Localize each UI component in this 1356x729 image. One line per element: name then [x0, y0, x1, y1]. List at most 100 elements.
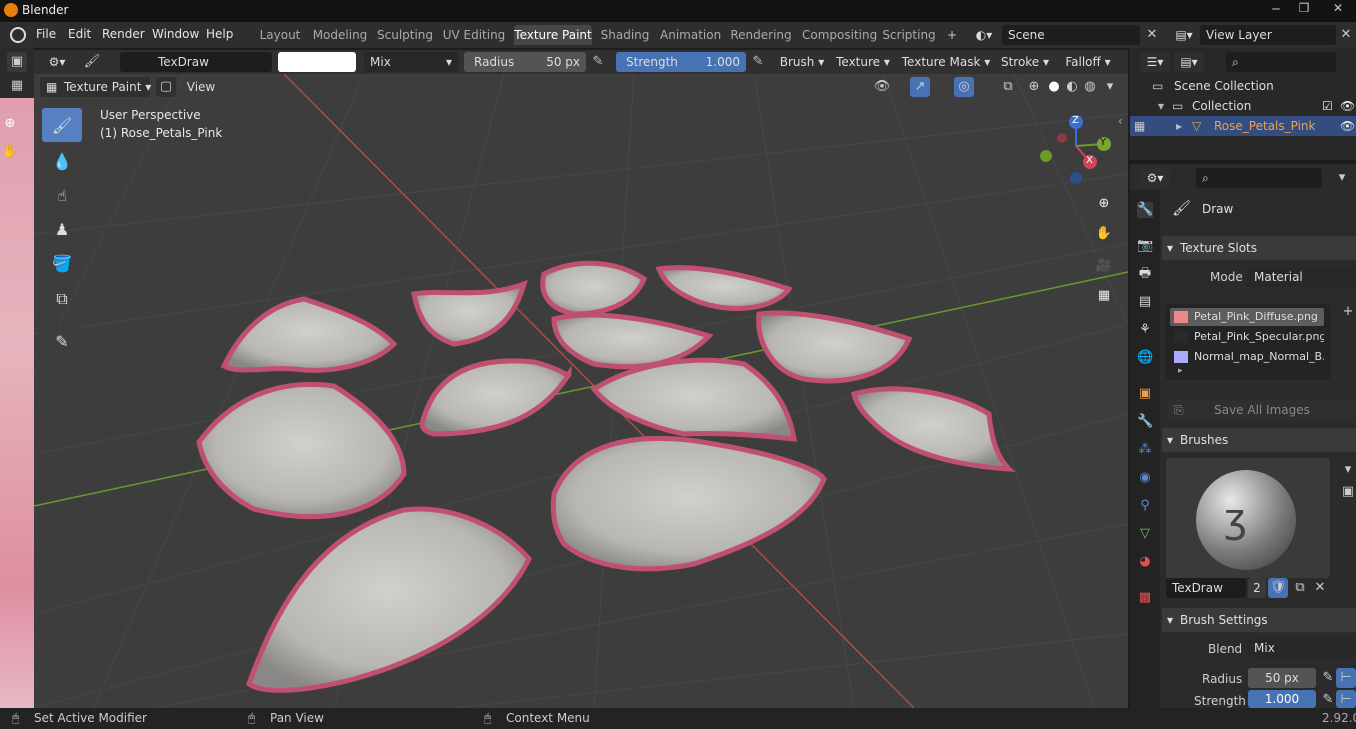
add-slot-icon[interactable]: + [1338, 302, 1356, 322]
zoom-icon[interactable]: ⊕ [1094, 194, 1114, 214]
slot-mode-dropdown[interactable]: Material [1246, 267, 1356, 287]
outliner-scene-collection[interactable]: ▭ Scene Collection [1130, 76, 1356, 96]
object-tab-icon[interactable]: ▣ [1137, 386, 1153, 402]
brush-preview[interactable]: ʒ [1166, 458, 1330, 578]
tool-mode-icon[interactable]: ⚙▾ [42, 52, 72, 72]
fill-tool-icon[interactable]: 🪣 [42, 246, 82, 280]
render-tab-icon[interactable]: 📷 [1137, 238, 1153, 254]
texture-tab-icon[interactable]: ▩ [1137, 590, 1153, 606]
texture-dropdown[interactable]: Texture ▾ [832, 52, 894, 72]
brushes-panel-header[interactable]: ▾ Brushes [1162, 428, 1356, 452]
texture-mask-dropdown[interactable]: Texture Mask ▾ [900, 52, 992, 72]
wireframe-shading-icon[interactable]: ⊕ [1024, 77, 1044, 97]
solid-shading-icon[interactable]: ● [1044, 77, 1064, 97]
soften-tool-icon[interactable]: 💧 [42, 144, 82, 178]
add-icon[interactable]: ⊕ [0, 114, 20, 134]
camera-icon[interactable]: 🎥 [1094, 256, 1114, 276]
overlays-toggle-icon[interactable]: ◎ [954, 77, 974, 97]
strength-pressure-icon[interactable]: ✎ [1318, 690, 1338, 708]
add-workspace-icon[interactable]: + [942, 25, 962, 45]
scene-name-field[interactable]: Scene [1002, 25, 1140, 45]
brush-settings-panel-header[interactable]: ▾ Brush Settings [1162, 608, 1356, 632]
tab-modeling[interactable]: Modeling [312, 25, 368, 45]
pressure-icon[interactable]: ✎ [588, 52, 608, 72]
view-layer-field[interactable]: View Layer [1200, 25, 1336, 45]
eye-icon[interactable]: 👁 [1340, 96, 1355, 116]
pan-icon[interactable]: ✋ [1094, 224, 1114, 244]
scene-selector-icon[interactable]: ◐▾ [968, 25, 1000, 45]
brush-name-field[interactable]: TexDraw [120, 52, 272, 72]
outliner-object-row[interactable]: ▦ ▸ ▽ Rose_Petals_Pink 👁 [1130, 116, 1356, 136]
strength-unit-icon[interactable]: ⊢ [1336, 690, 1356, 708]
tab-sculpting[interactable]: Sculpting [377, 25, 433, 45]
mask-tool-icon[interactable]: ⧉ [42, 282, 82, 316]
fake-user-icon[interactable]: 🛡 [1268, 578, 1288, 598]
material-shading-icon[interactable]: ◐ [1062, 77, 1082, 97]
shading-options-icon[interactable]: ▾ [1100, 77, 1120, 97]
menu-render[interactable]: Render [102, 27, 145, 41]
3d-viewport[interactable]: ▦ Texture Paint ▾ ▢ View 👁 ↗ ◎ ⧉ ⊕ ● ◐ ◍ … [34, 74, 1128, 708]
size-unit-icon[interactable]: ⊢ [1336, 668, 1356, 688]
strength-field[interactable]: 1.000 [1248, 690, 1316, 708]
gizmo-toggle-icon[interactable]: ↗ [910, 77, 930, 97]
material-tab-icon[interactable]: ◕ [1137, 554, 1153, 570]
outliner-search-icon[interactable]: ⌕ [1226, 52, 1336, 72]
maximize-icon[interactable]: ❐ [1294, 1, 1314, 15]
scene-tab-icon[interactable]: ⚘ [1137, 322, 1153, 338]
pressure-icon[interactable]: ✎ [1318, 668, 1338, 688]
blend-mode-dropdown[interactable]: Mix ▾ [364, 52, 458, 72]
brush-menu-icon[interactable]: ▾ [1338, 460, 1356, 480]
properties-editor-type-icon[interactable]: ⚙▾ [1140, 168, 1170, 188]
particles-tab-icon[interactable]: ⁂ [1137, 442, 1153, 458]
minimize-icon[interactable]: ─ [1266, 2, 1286, 16]
image-mode-icon[interactable]: ▦ [7, 76, 27, 96]
outliner-collection[interactable]: ▾ ▭ Collection ☑ 👁 [1130, 96, 1356, 116]
expand-list-icon[interactable]: ▸ [1178, 366, 1183, 376]
radius-field[interactable]: 50 px [1248, 668, 1316, 688]
editor-type-icon[interactable]: ▣ [7, 52, 27, 72]
world-tab-icon[interactable]: 🌐 [1137, 350, 1153, 366]
menu-help[interactable]: Help [206, 27, 233, 41]
tab-texture-paint[interactable]: Texture Paint [514, 25, 592, 45]
tab-uv-editing[interactable]: UV Editing [442, 25, 506, 45]
falloff-dropdown[interactable]: Falloff ▾ [1060, 52, 1116, 72]
save-all-images-button[interactable]: ⎘ Save All Images [1168, 400, 1356, 420]
texture-slot-item[interactable]: Petal_Pink_Specular.png [1170, 328, 1324, 346]
modifier-tab-icon[interactable]: 🔧 [1137, 414, 1153, 430]
smear-tool-icon[interactable]: ☝ [42, 178, 82, 212]
visibility-icon[interactable]: 👁 [872, 77, 892, 97]
physics-tab-icon[interactable]: ◉ [1137, 470, 1153, 486]
tab-compositing[interactable]: Compositing [802, 25, 877, 45]
tab-layout[interactable]: Layout [258, 25, 302, 45]
exclude-checkbox-icon[interactable]: ☑ [1322, 96, 1333, 116]
brush-color-swatch[interactable] [278, 52, 356, 72]
pan-hand-icon[interactable]: ✋ [0, 142, 20, 162]
constraints-tab-icon[interactable]: ⚲ [1137, 498, 1153, 514]
mode-dropdown[interactable]: ▦ Texture Paint ▾ [40, 77, 151, 97]
sidebar-toggle-icon[interactable]: ‹ [1118, 114, 1123, 128]
texture-slots-panel-header[interactable]: ▾ Texture Slots [1162, 236, 1356, 260]
paint-mask-icon[interactable]: ▢ [156, 77, 176, 97]
data-tab-icon[interactable]: ▽ [1137, 526, 1153, 542]
annotate-tool-icon[interactable]: ✎ [42, 324, 82, 358]
unlink-icon[interactable]: ✕ [1310, 578, 1330, 598]
stroke-dropdown[interactable]: Stroke ▾ [996, 52, 1054, 72]
tab-rendering[interactable]: Rendering [730, 25, 792, 45]
view-menu[interactable]: View [184, 77, 218, 97]
view-layer-tab-icon[interactable]: ▤ [1137, 294, 1153, 310]
draw-tool-icon[interactable]: 🖌 [42, 108, 82, 142]
display-mode-icon[interactable]: ▤▾ [1174, 52, 1204, 72]
clone-tool-icon[interactable]: ♟ [42, 212, 82, 246]
brush-image-icon[interactable]: ▣ [1338, 482, 1356, 502]
menu-window[interactable]: Window [152, 27, 199, 41]
tool-tab-icon[interactable]: 🔧 [1137, 202, 1153, 218]
eye-icon[interactable]: 👁 [1340, 116, 1355, 136]
texture-slot-item[interactable]: Normal_map_Normal_B... [1170, 348, 1324, 366]
tab-shading[interactable]: Shading [600, 25, 650, 45]
strength-slider[interactable]: Strength 1.000 [616, 52, 746, 72]
brush-dropdown[interactable]: Brush ▾ [776, 52, 828, 72]
remove-scene-icon[interactable]: ✕ [1142, 25, 1162, 45]
blender-menu-icon[interactable] [10, 27, 26, 43]
brush-name-field[interactable]: TexDraw [1166, 578, 1246, 598]
menu-edit[interactable]: Edit [68, 27, 91, 41]
